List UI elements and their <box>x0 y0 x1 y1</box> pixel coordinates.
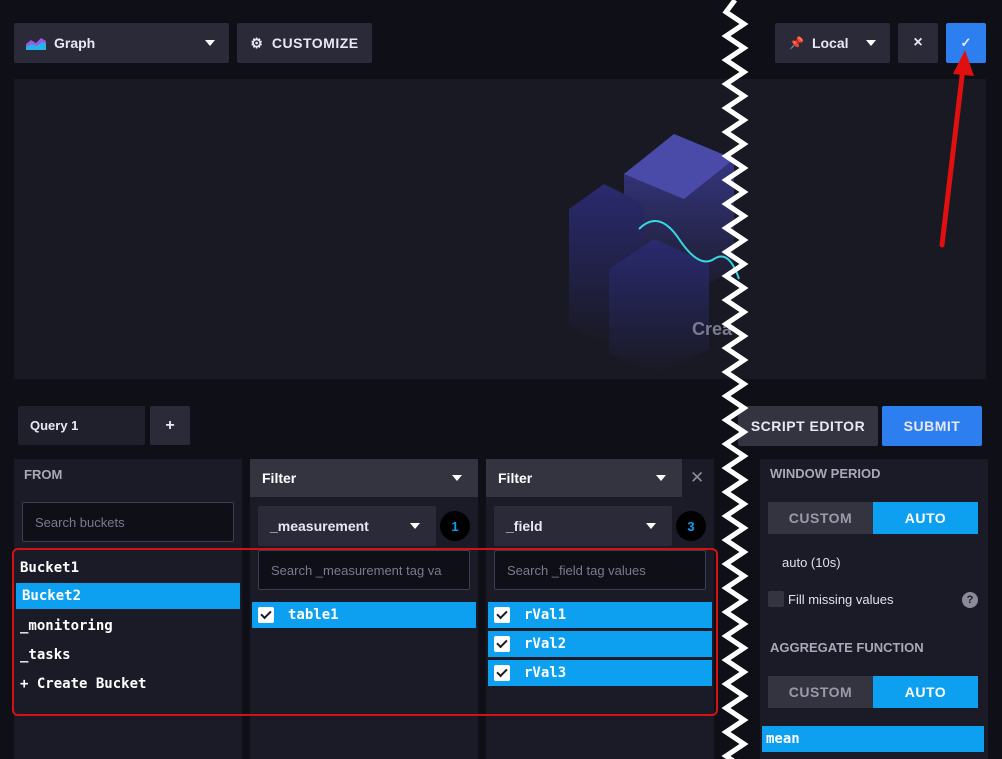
annotation-highlight-box <box>12 548 718 716</box>
filter-type-dropdown[interactable]: Filter <box>486 459 682 497</box>
field-key-dropdown[interactable]: _field <box>494 506 672 546</box>
graph-type-label: Graph <box>54 35 96 51</box>
script-editor-label: SCRIPT EDITOR <box>750 418 866 434</box>
customize-label: CUSTOMIZE <box>271 35 359 51</box>
chevron-down-icon <box>410 523 420 529</box>
customize-button[interactable]: ⚙ CUSTOMIZE <box>237 23 372 63</box>
aggregate-auto-button[interactable]: AUTO <box>873 676 978 708</box>
add-query-button[interactable]: + <box>150 406 190 445</box>
timezone-label: Local <box>811 35 849 51</box>
checkbox-unchecked-icon[interactable] <box>768 591 784 607</box>
script-editor-button[interactable]: SCRIPT EDITOR <box>738 406 878 446</box>
gear-icon: ⚙ <box>250 34 263 51</box>
screenshot-cut-divider <box>721 0 749 759</box>
bucket-search-input[interactable]: Search buckets <box>22 502 234 542</box>
bucket-search-placeholder: Search buckets <box>35 514 125 530</box>
remove-filter-icon[interactable]: ✕ <box>690 468 704 488</box>
aggregate-panel: WINDOW PERIOD CUSTOM AUTO auto (10s) Fil… <box>760 459 988 759</box>
chevron-down-icon <box>452 475 462 481</box>
annotation-arrow <box>939 50 974 248</box>
fill-missing-row[interactable]: Fill missing values <box>768 591 893 607</box>
timezone-dropdown[interactable]: 📌 Local <box>775 23 890 63</box>
chevron-down-icon <box>205 40 215 46</box>
filter-type-dropdown[interactable]: Filter <box>250 459 478 497</box>
graph-preview-area: Crea <box>14 79 986 379</box>
chevron-down-icon <box>646 523 656 529</box>
plus-icon: + <box>165 416 175 434</box>
window-period-toggle: CUSTOM AUTO <box>768 502 978 534</box>
measurement-key-dropdown[interactable]: _measurement <box>258 506 436 546</box>
aggregate-function-header: AGGREGATE FUNCTION <box>770 640 924 655</box>
selected-count-badge: 1 <box>440 511 470 541</box>
submit-label: SUBMIT <box>903 418 961 434</box>
close-icon: × <box>913 34 923 51</box>
graph-type-dropdown[interactable]: Graph <box>14 23 229 63</box>
aggregate-fn-mean[interactable]: mean <box>762 726 984 752</box>
submit-button[interactable]: SUBMIT <box>882 406 982 446</box>
query-tab-1[interactable]: Query 1 <box>18 406 145 445</box>
chevron-down-icon <box>866 40 876 46</box>
aggregate-custom-button[interactable]: CUSTOM <box>768 676 873 708</box>
selected-count-badge: 3 <box>676 511 706 541</box>
window-auto-button[interactable]: AUTO <box>873 502 978 534</box>
query-tab-label: Query 1 <box>30 418 79 433</box>
window-period-header: WINDOW PERIOD <box>770 466 881 481</box>
aggregate-toggle: CUSTOM AUTO <box>768 676 978 708</box>
chevron-down-icon <box>656 475 666 481</box>
graph-type-icon <box>26 36 46 50</box>
help-icon[interactable]: ? <box>962 592 978 608</box>
from-header: FROM <box>24 467 63 482</box>
window-period-value: auto (10s) <box>782 555 841 570</box>
window-custom-button[interactable]: CUSTOM <box>768 502 873 534</box>
pin-icon: 📌 <box>789 36 804 50</box>
